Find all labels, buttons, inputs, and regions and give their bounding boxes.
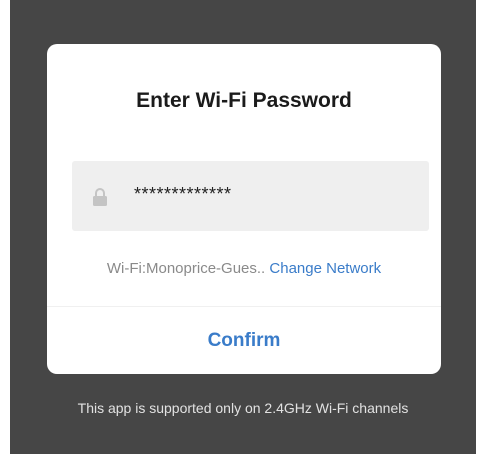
confirm-button[interactable]: Confirm <box>47 307 441 374</box>
current-network-label: Wi-Fi:Monoprice-Gues.. <box>106 260 266 277</box>
lock-icon <box>93 188 107 206</box>
frequency-support-note: This app is supported only on 2.4GHz Wi-… <box>77 400 409 416</box>
password-value: ************* <box>134 184 232 204</box>
network-row: Wi-Fi:Monoprice-Gues.. Change Network <box>47 260 441 277</box>
password-input[interactable]: ************* <box>72 161 429 231</box>
modal-backdrop: Enter Wi-Fi Password ************* Wi-Fi… <box>10 0 476 454</box>
dialog-title: Enter Wi-Fi Password <box>136 89 352 112</box>
wifi-password-dialog: Enter Wi-Fi Password ************* Wi-Fi… <box>47 44 441 374</box>
change-network-link[interactable]: Change Network <box>269 260 381 277</box>
